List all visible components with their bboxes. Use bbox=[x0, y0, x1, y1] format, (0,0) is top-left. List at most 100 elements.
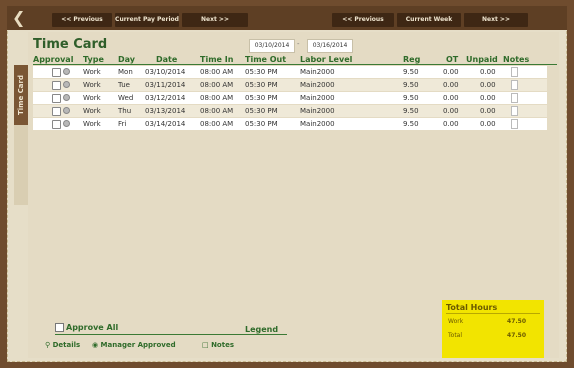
cell-ot: 0.00 bbox=[443, 94, 459, 102]
cell-ot: 0.00 bbox=[443, 68, 459, 76]
next-pay-period-button[interactable]: Next >> bbox=[182, 13, 248, 27]
legend-details-label: Details bbox=[52, 341, 81, 349]
cell-time-in: 08:00 AM bbox=[200, 81, 234, 89]
approval-checkbox[interactable] bbox=[52, 107, 61, 116]
status-circle-icon bbox=[63, 107, 70, 114]
tab-time-card[interactable]: Time Card bbox=[14, 65, 28, 125]
approval-checkbox[interactable] bbox=[52, 120, 61, 129]
cell-day: Thu bbox=[118, 107, 132, 115]
cell-date: 03/10/2014 bbox=[145, 68, 186, 76]
page-title: Time Card bbox=[33, 37, 108, 52]
legend-notes-label: Notes bbox=[211, 341, 234, 349]
cell-time-in: 08:00 AM bbox=[200, 120, 234, 128]
status-circle-icon bbox=[63, 120, 70, 127]
note-legend-icon: □ bbox=[202, 341, 209, 349]
cell-time-out: 05:30 PM bbox=[245, 68, 278, 76]
cell-type: Work bbox=[83, 107, 101, 115]
col-type: Type bbox=[83, 55, 104, 64]
col-unpaid: Unpaid bbox=[466, 55, 498, 64]
approve-all-label: Approve All bbox=[66, 323, 119, 332]
date-separator: - bbox=[297, 40, 300, 48]
col-time-in: Time In bbox=[200, 55, 234, 64]
table-row[interactable]: Work Thu 03/13/2014 08:00 AM 05:30 PM Ma… bbox=[33, 105, 547, 117]
total-hours-label: Total bbox=[448, 332, 463, 339]
cell-type: Work bbox=[83, 94, 101, 102]
legend-notes: □ Notes bbox=[202, 341, 234, 349]
cell-time-in: 08:00 AM bbox=[200, 68, 234, 76]
footer-divider bbox=[55, 334, 287, 335]
approved-status-icon: ◉ bbox=[92, 341, 99, 349]
cell-time-in: 08:00 AM bbox=[200, 94, 234, 102]
cell-time-out: 05:30 PM bbox=[245, 120, 278, 128]
col-date: Date bbox=[156, 55, 178, 64]
note-icon[interactable] bbox=[511, 93, 518, 103]
key-icon: ⚲ bbox=[45, 341, 51, 349]
cell-ot: 0.00 bbox=[443, 107, 459, 115]
cell-unpaid: 0.00 bbox=[480, 81, 496, 89]
cell-day: Tue bbox=[118, 81, 130, 89]
legend-manager-approved-label: Manager Approved bbox=[100, 341, 176, 349]
col-day: Day bbox=[118, 55, 136, 64]
note-icon[interactable] bbox=[511, 119, 518, 129]
col-notes: Notes bbox=[503, 55, 530, 64]
cell-type: Work bbox=[83, 120, 101, 128]
cell-day: Wed bbox=[118, 94, 134, 102]
cell-ot: 0.00 bbox=[443, 120, 459, 128]
cell-ot: 0.00 bbox=[443, 81, 459, 89]
tab-secondary[interactable] bbox=[14, 125, 28, 205]
table-row[interactable]: Work Tue 03/11/2014 08:00 AM 05:30 PM Ma… bbox=[33, 79, 547, 91]
cell-labor-level: Main2000 bbox=[300, 94, 335, 102]
cell-labor-level: Main2000 bbox=[300, 120, 335, 128]
header-divider bbox=[33, 64, 557, 65]
cell-date: 03/12/2014 bbox=[145, 94, 186, 102]
status-circle-icon bbox=[63, 94, 70, 101]
col-labor-level: Labor Level bbox=[300, 55, 353, 64]
cell-time-out: 05:30 PM bbox=[245, 81, 278, 89]
work-hours-label: Work bbox=[448, 318, 464, 325]
approve-all-checkbox[interactable]: Approve All bbox=[55, 323, 118, 332]
cell-reg: 9.50 bbox=[403, 107, 419, 115]
col-reg: Reg bbox=[403, 55, 421, 64]
cell-reg: 9.50 bbox=[403, 94, 419, 102]
cell-labor-level: Main2000 bbox=[300, 68, 335, 76]
end-date-field[interactable]: 03/16/2014 bbox=[307, 39, 353, 53]
checkbox-icon bbox=[55, 323, 64, 332]
cell-time-in: 08:00 AM bbox=[200, 107, 234, 115]
note-icon[interactable] bbox=[511, 106, 518, 116]
back-arrow-icon[interactable]: ❮ bbox=[12, 9, 26, 27]
table-row[interactable]: Work Wed 03/12/2014 08:00 AM 05:30 PM Ma… bbox=[33, 92, 547, 104]
approval-checkbox[interactable] bbox=[52, 81, 61, 90]
cell-reg: 9.50 bbox=[403, 120, 419, 128]
cell-labor-level: Main2000 bbox=[300, 81, 335, 89]
cell-unpaid: 0.00 bbox=[480, 120, 496, 128]
cell-date: 03/14/2014 bbox=[145, 120, 186, 128]
cell-unpaid: 0.00 bbox=[480, 107, 496, 115]
work-hours-value: 47.50 bbox=[507, 318, 526, 325]
cell-day: Mon bbox=[118, 68, 133, 76]
approval-checkbox[interactable] bbox=[52, 94, 61, 103]
cell-reg: 9.50 bbox=[403, 68, 419, 76]
col-approval: Approval bbox=[33, 55, 74, 64]
total-hours-title: Total Hours bbox=[446, 303, 498, 312]
prev-pay-period-button[interactable]: << Previous bbox=[52, 13, 112, 27]
cell-day: Fri bbox=[118, 120, 127, 128]
note-icon[interactable] bbox=[511, 80, 518, 90]
start-date-field[interactable]: 03/10/2014 bbox=[249, 39, 295, 53]
current-week-button[interactable]: Current Week bbox=[397, 13, 461, 27]
total-hours-divider bbox=[446, 313, 540, 314]
note-icon[interactable] bbox=[511, 67, 518, 77]
prev-week-button[interactable]: << Previous bbox=[332, 13, 394, 27]
tab-time-card-label: Time Card bbox=[17, 75, 25, 115]
table-row[interactable]: Work Fri 03/14/2014 08:00 AM 05:30 PM Ma… bbox=[33, 118, 547, 130]
next-week-button[interactable]: Next >> bbox=[464, 13, 528, 27]
table-row[interactable]: Work Mon 03/10/2014 08:00 AM 05:30 PM Ma… bbox=[33, 66, 547, 78]
status-circle-icon bbox=[63, 81, 70, 88]
approval-checkbox[interactable] bbox=[52, 68, 61, 77]
cell-type: Work bbox=[83, 81, 101, 89]
cell-unpaid: 0.00 bbox=[480, 68, 496, 76]
legend-details: ⚲ Details bbox=[45, 341, 80, 349]
current-pay-period-button[interactable]: Current Pay Period bbox=[115, 13, 179, 27]
legend-title: Legend bbox=[245, 325, 279, 334]
cell-type: Work bbox=[83, 68, 101, 76]
cell-reg: 9.50 bbox=[403, 81, 419, 89]
